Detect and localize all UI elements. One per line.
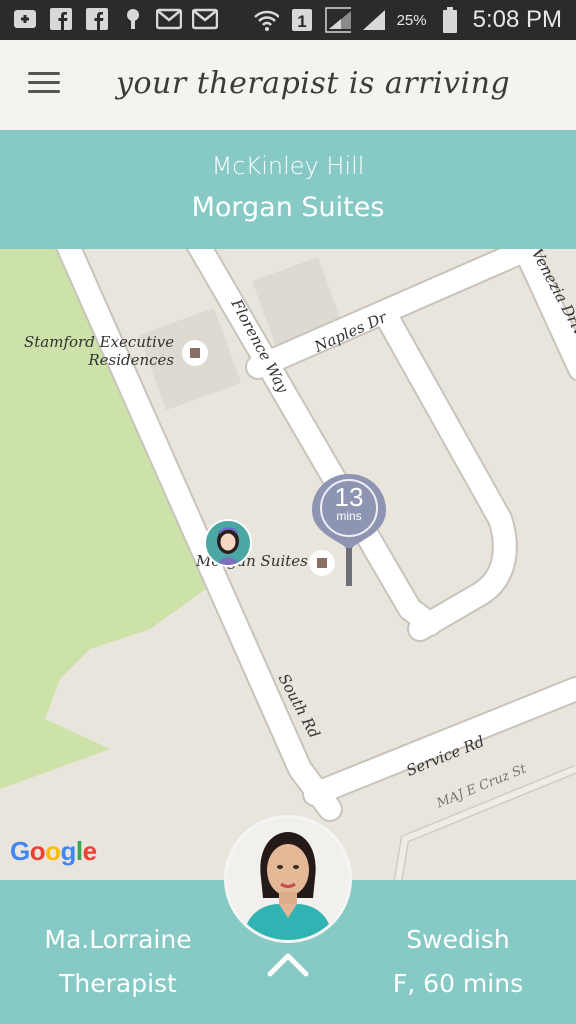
sim-1-icon: 1 (289, 7, 315, 33)
therapist-location-marker[interactable] (204, 519, 252, 567)
gmail-icon (156, 6, 182, 32)
chevron-up-icon[interactable] (266, 948, 310, 978)
therapist-avatar-icon (206, 521, 250, 565)
signal-icon (361, 7, 387, 33)
plus-box-icon (12, 6, 38, 32)
eta-unit: mins (336, 509, 362, 523)
clock: 5:08 PM (472, 6, 562, 33)
eta-value: 13 (334, 482, 364, 512)
battery-icon (437, 7, 463, 33)
therapist-photo-image (227, 818, 349, 940)
destination-place: Morgan Suites (191, 192, 385, 223)
app-icon (120, 6, 146, 32)
map-label-stamford: Stamford Executive Residences (24, 333, 175, 369)
svg-text:1: 1 (297, 12, 306, 31)
therapist-photo[interactable] (224, 815, 352, 943)
therapist-name: Ma.Lorraine (44, 925, 192, 954)
battery-percent: 25% (396, 11, 427, 29)
eta-readout: 13 mins (310, 484, 388, 522)
service-name: Swedish (406, 925, 510, 954)
session-details: F, 60 mins (392, 969, 524, 998)
destination-area: McKinley Hill (211, 152, 365, 180)
page-title: your therapist is arriving (116, 66, 511, 101)
map-view[interactable]: Stamford Executive Residences Morgan Sui… (0, 249, 576, 880)
app-bar: your therapist is arriving (0, 40, 576, 130)
facebook-icon (84, 6, 110, 32)
signal-icon (324, 7, 351, 33)
hamburger-menu-icon[interactable] (28, 72, 60, 96)
destination-banner: McKinley Hill Morgan Suites (0, 130, 576, 249)
gmail-icon (192, 6, 218, 32)
status-bar: 1 25% 5:08 PM (0, 0, 576, 40)
facebook-icon (48, 6, 74, 32)
google-logo: Google (10, 836, 97, 866)
wifi-icon (253, 7, 279, 33)
service-details: Swedish F, 60 mins (346, 918, 570, 1006)
therapist-details: Ma.Lorraine Therapist (0, 918, 236, 1006)
therapist-role: Therapist (59, 969, 177, 998)
